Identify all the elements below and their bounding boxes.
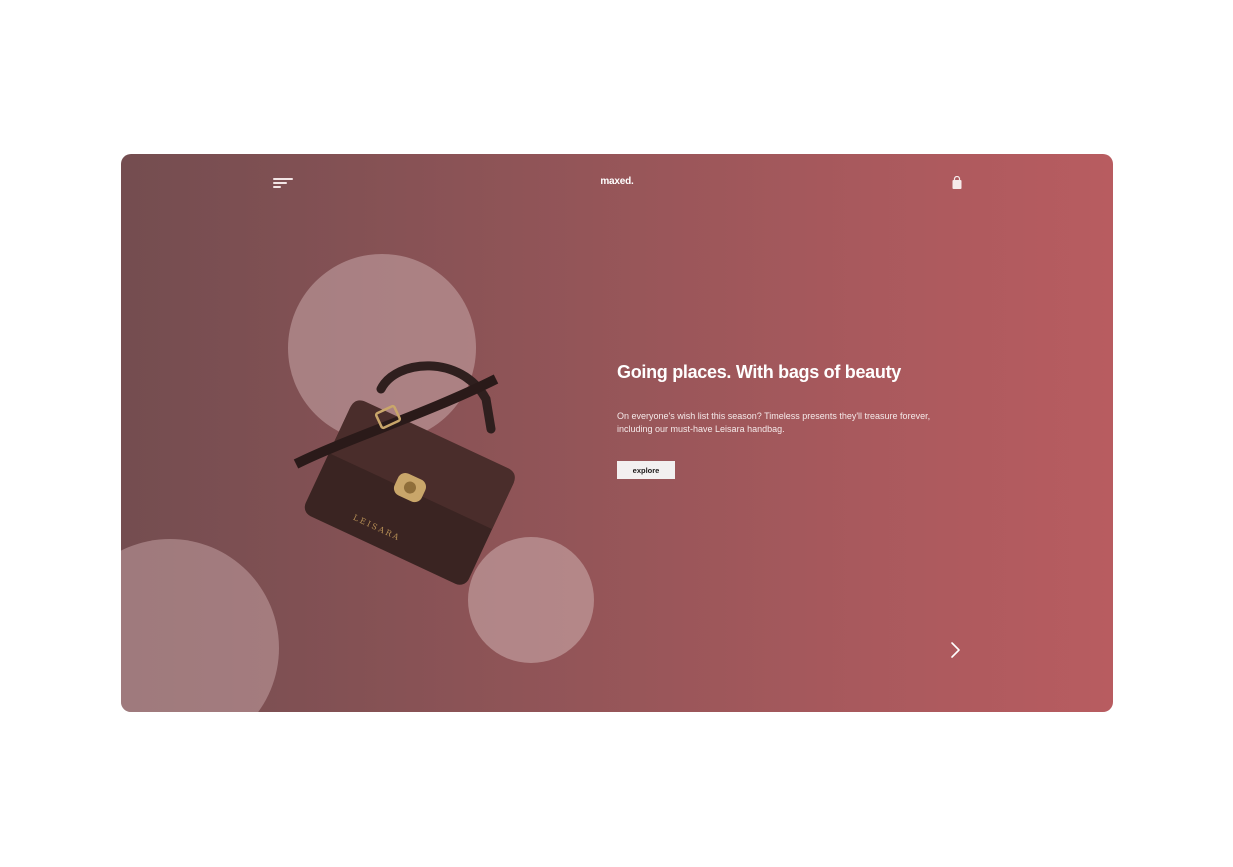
hero-banner: maxed. LEISARA Going places. With bags o… bbox=[121, 154, 1113, 712]
product-handbag-image: LEISARA bbox=[293, 361, 515, 585]
chevron-right-icon[interactable] bbox=[949, 639, 963, 661]
hero-headline: Going places. With bags of beauty bbox=[617, 362, 901, 382]
hero-description: On everyone's wish list this season? Tim… bbox=[617, 411, 931, 434]
shopping-bag-icon[interactable] bbox=[951, 176, 963, 190]
decorative-circle-large bbox=[121, 539, 279, 712]
brand-logo[interactable]: maxed. bbox=[121, 176, 1113, 187]
explore-button[interactable]: explore bbox=[617, 461, 675, 479]
